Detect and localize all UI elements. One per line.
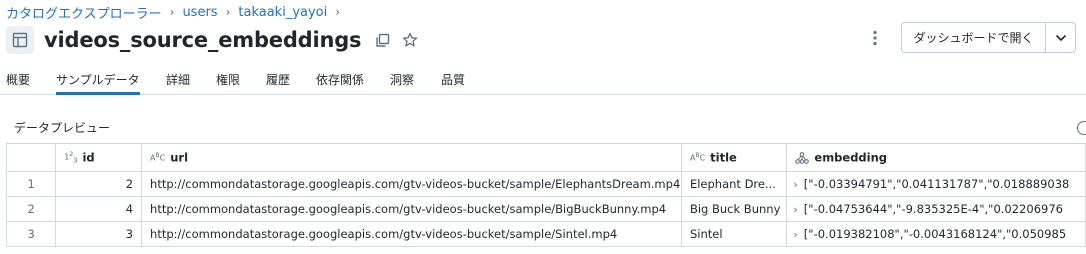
table-row[interactable]: 3 3 http://commondatastorage.googleapis.… [5, 221, 1086, 247]
row-number: 1 [5, 171, 57, 197]
integer-type-icon: 123 [64, 150, 78, 165]
tab-overview[interactable]: 概要 [6, 64, 30, 95]
row-number: 3 [5, 221, 57, 247]
cell-title[interactable]: Elephant Dre... [680, 171, 788, 197]
column-header-embedding[interactable]: embedding [786, 143, 1086, 172]
cell-id[interactable]: 2 [55, 171, 143, 197]
tab-details[interactable]: 詳細 [166, 64, 190, 95]
page-title: videos_source_embeddings [44, 28, 362, 52]
tab-lineage[interactable]: 依存関係 [316, 64, 364, 95]
column-header-title[interactable]: ABC title [680, 143, 788, 172]
cell-embedding[interactable]: › ["-0.03394791","0.041131787","0.0188890… [786, 171, 1086, 197]
cell-url[interactable]: http://commondatastorage.googleapis.com/… [141, 221, 682, 247]
tab-insights[interactable]: 洞察 [390, 64, 414, 95]
more-options-icon[interactable] [866, 28, 884, 48]
embedding-value: ["-0.04753644","-9.835325E-4","0.0220697… [803, 202, 1063, 216]
cell-id[interactable]: 4 [55, 196, 143, 222]
cell-url[interactable]: http://commondatastorage.googleapis.com/… [141, 171, 682, 197]
data-preview-table: 123 id ABC url ABC title embedding 1 2 h… [5, 143, 1086, 247]
cell-title[interactable]: Sintel [680, 221, 788, 247]
table-header-row: 123 id ABC url ABC title embedding [5, 143, 1086, 172]
tab-quality[interactable]: 品質 [441, 64, 465, 95]
breadcrumb-separator: › [225, 5, 231, 19]
title-row: videos_source_embeddings [6, 24, 419, 56]
tab-sample-data[interactable]: サンプルデータ [56, 64, 140, 95]
breadcrumb-separator: › [335, 5, 341, 19]
breadcrumb-users[interactable]: users [182, 5, 217, 20]
breadcrumb-takaaki-yayoi[interactable]: takaaki_yayoi [238, 5, 327, 20]
cell-id[interactable]: 3 [55, 221, 143, 247]
embedding-value: ["-0.019382108","-0.0043168124","0.05098… [803, 227, 1067, 241]
tab-permissions[interactable]: 権限 [216, 64, 240, 95]
open-dashboard-button[interactable]: ダッシュボードで開く [902, 23, 1045, 52]
table-icon [6, 26, 34, 54]
expand-chevron-icon[interactable]: › [793, 203, 797, 216]
table-row[interactable]: 2 4 http://commondatastorage.googleapis.… [5, 196, 1086, 222]
open-dashboard-button-group: ダッシュボードで開く [901, 22, 1076, 53]
table-row[interactable]: 1 2 http://commondatastorage.googleapis.… [5, 171, 1086, 197]
tab-history[interactable]: 履歴 [266, 64, 290, 95]
column-header-id[interactable]: 123 id [55, 143, 143, 172]
copy-icon[interactable] [373, 31, 391, 49]
row-number-header [5, 143, 57, 172]
string-type-icon: ABC [689, 152, 706, 164]
cell-title[interactable]: Big Buck Bunny [680, 196, 788, 222]
data-preview-title: データプレビュー [14, 121, 111, 135]
cell-embedding[interactable]: › ["-0.04753644","-9.835325E-4","0.022069… [786, 196, 1086, 222]
string-type-icon: ABC [150, 152, 166, 164]
column-header-url[interactable]: ABC url [141, 143, 682, 172]
row-number: 2 [5, 196, 57, 222]
star-icon[interactable] [401, 31, 419, 49]
struct-type-icon [795, 151, 810, 164]
breadcrumb-catalog-explorer[interactable]: カタログエクスプローラー [6, 3, 162, 22]
refresh-icon[interactable] [1077, 121, 1086, 135]
embedding-value: ["-0.03394791","0.041131787","0.01888903… [803, 177, 1070, 191]
breadcrumb-separator: › [169, 5, 175, 19]
cell-embedding[interactable]: › ["-0.019382108","-0.0043168124","0.0509… [786, 221, 1086, 247]
cell-url[interactable]: http://commondatastorage.googleapis.com/… [141, 196, 682, 222]
tab-bar: 概要 サンプルデータ 詳細 権限 履歴 依存関係 洞察 品質 [0, 64, 1086, 95]
chevron-down-icon [1055, 34, 1066, 41]
dashboard-dropdown-button[interactable] [1045, 23, 1075, 52]
breadcrumb: カタログエクスプローラー › users › takaaki_yayoi › [6, 3, 348, 22]
expand-chevron-icon[interactable]: › [793, 228, 797, 241]
expand-chevron-icon[interactable]: › [793, 178, 797, 191]
